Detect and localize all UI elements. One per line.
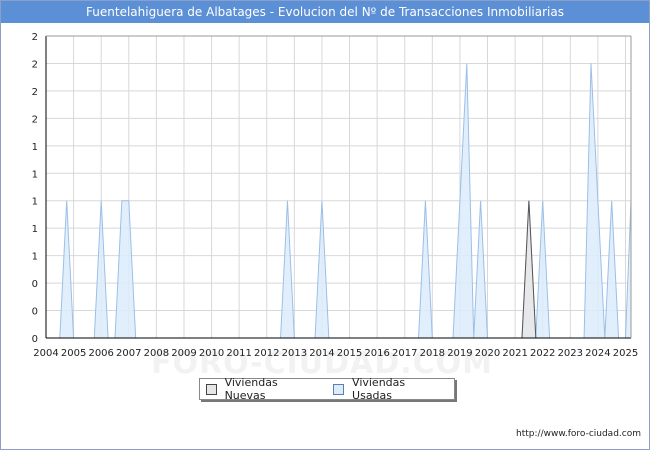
x-tick-label: 2015 [337, 348, 362, 359]
x-tick-label: 2012 [254, 348, 279, 359]
y-tick-label: 1 [32, 169, 38, 180]
x-axis-ticks: 2004 2005 2006 2007 2008 2009 2010 2011 2012 2013… [33, 348, 638, 359]
y-tick-label: 1 [32, 142, 38, 153]
y-tick-label: 2 [32, 87, 38, 98]
y-axis-ticks: 0 0 0 1 1 1 1 1 2 2 2 2 [32, 32, 38, 345]
y-tick-label: 0 [32, 279, 38, 290]
source-link[interactable]: http://www.foro-ciudad.com [516, 429, 641, 439]
x-tick-label: 2025 [613, 348, 638, 359]
x-tick-label: 2008 [144, 348, 169, 359]
y-tick-label: 0 [32, 307, 38, 318]
legend-swatch-usadas [333, 383, 345, 395]
x-tick-label: 2020 [475, 348, 500, 359]
y-tick-label: 1 [32, 197, 38, 208]
x-tick-label: 2024 [585, 348, 610, 359]
x-tick-label: 2009 [171, 348, 196, 359]
x-tick-label: 2011 [226, 348, 251, 359]
x-tick-label: 2021 [502, 348, 527, 359]
y-tick-label: 2 [32, 32, 38, 43]
x-tick-label: 2006 [88, 348, 113, 359]
x-tick-label: 2016 [364, 348, 389, 359]
y-tick-label: 2 [32, 114, 38, 125]
legend-label-usadas: Viviendas Usadas [352, 376, 406, 402]
y-tick-label: 2 [32, 59, 38, 70]
x-tick-label: 2004 [33, 348, 58, 359]
y-tick-label: 1 [32, 252, 38, 263]
x-tick-label: 2007 [116, 348, 141, 359]
legend-swatch-nuevas [206, 383, 217, 395]
x-tick-label: 2013 [282, 348, 307, 359]
x-tick-label: 2019 [447, 348, 472, 359]
x-tick-label: 2018 [420, 348, 445, 359]
legend-item-usadas: Viviendas Usadas [333, 376, 444, 402]
legend-item-nuevas: Viviendas Nuevas [206, 376, 317, 402]
x-tick-label: 2022 [530, 348, 555, 359]
legend: Viviendas Nuevas Viviendas Usadas [199, 376, 455, 402]
x-tick-label: 2017 [392, 348, 417, 359]
y-tick-label: 0 [32, 334, 38, 345]
y-tick-label: 1 [32, 224, 38, 235]
x-tick-label: 2014 [309, 348, 334, 359]
x-tick-label: 2023 [558, 348, 583, 359]
legend-label-nuevas: Viviendas Nuevas [224, 376, 278, 402]
x-tick-label: 2010 [199, 348, 224, 359]
chart-frame: Fuentelahiguera de Albatages - Evolucion… [0, 0, 650, 450]
x-tick-label: 2005 [61, 348, 86, 359]
